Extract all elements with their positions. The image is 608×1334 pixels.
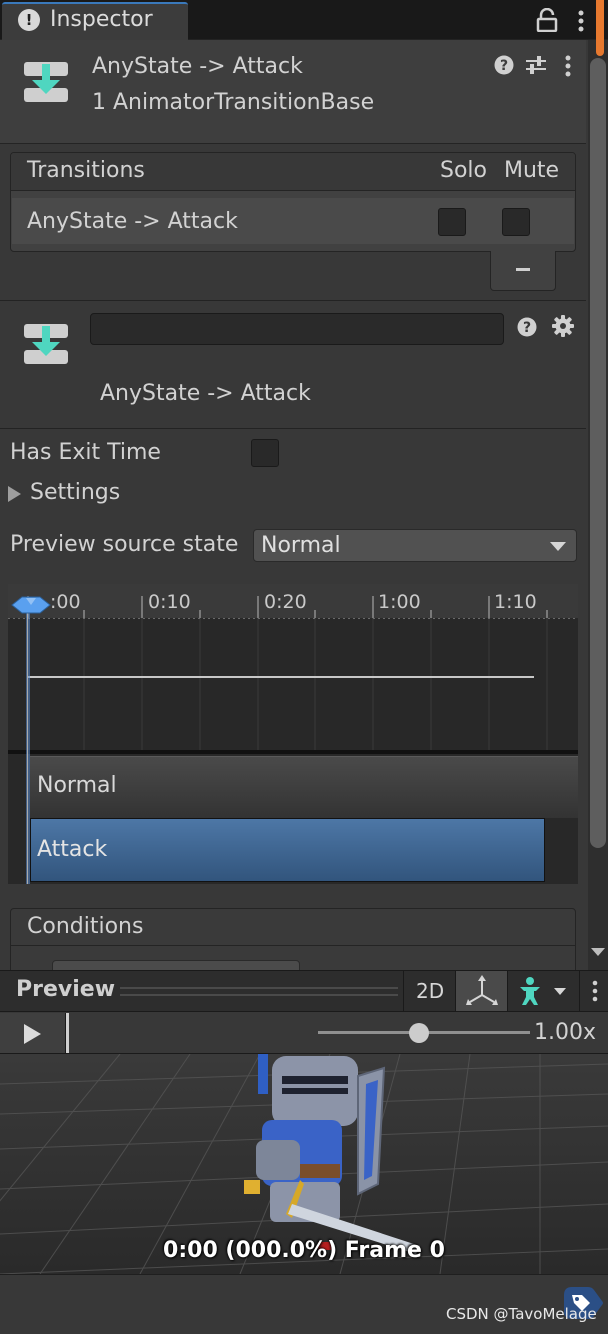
gear-icon[interactable] [552, 315, 574, 337]
pivot-icon [466, 975, 498, 1005]
speed-value: 1.00x [534, 1020, 597, 1045]
solo-column-label: Solo [440, 158, 487, 183]
frame-readout: 0:00 (000.0%) Frame 0 [163, 1238, 445, 1263]
timeline-tick-label: 0:20 [264, 591, 307, 613]
header-subtitle: 1 AnimatorTransitionBase [92, 90, 375, 115]
conditions-heading: Conditions [27, 914, 144, 939]
info-icon: ! [18, 9, 40, 31]
timeline-tick-label: 1:00 [378, 591, 421, 613]
svg-text:?: ? [500, 58, 508, 74]
playhead-line [27, 600, 28, 884]
preview-drag-handle[interactable] [120, 987, 398, 989]
scroll-indicator [596, 0, 604, 56]
divider [11, 945, 575, 946]
has-exit-time-checkbox[interactable] [251, 439, 279, 467]
scrollbar-thumb[interactable] [590, 58, 606, 848]
transitions-heading: Transitions [27, 158, 145, 183]
lock-icon[interactable] [536, 8, 558, 32]
attack-track-label: Attack [37, 837, 108, 862]
kebab-icon [592, 980, 598, 1002]
preview-source-label: Preview source state [10, 532, 239, 557]
kebab-icon[interactable] [562, 55, 574, 77]
2d-label: 2D [416, 979, 445, 1003]
dropdown-arrow-icon [550, 542, 566, 551]
play-icon [24, 1024, 41, 1044]
solo-checkbox[interactable] [438, 208, 466, 236]
scroll-down-arrow-icon[interactable] [591, 948, 605, 956]
preview-drag-handle[interactable] [120, 994, 398, 996]
attack-track-bar[interactable] [30, 818, 545, 882]
help-icon[interactable]: ? [517, 317, 537, 337]
avatar-dropdown-button[interactable] [507, 971, 579, 1011]
transition-weight-curve [28, 676, 534, 678]
scrub-marker[interactable] [66, 1013, 69, 1053]
svg-text:?: ? [523, 320, 531, 336]
watermark: CSDN @TavoMelage [446, 1305, 597, 1323]
normal-track-label: Normal [37, 773, 117, 798]
kebab-icon[interactable] [574, 9, 588, 33]
transition-icon [24, 62, 68, 102]
timeline-tick-label: :00 [50, 591, 81, 613]
has-exit-time-label: Has Exit Time [10, 440, 161, 465]
settings-foldout-arrow-icon[interactable] [8, 486, 21, 502]
preview-source-value: Normal [261, 533, 341, 558]
mute-column-label: Mute [504, 158, 560, 183]
transition-start-marker-icon[interactable] [10, 592, 54, 618]
preview-menu-button[interactable] [579, 971, 608, 1011]
transition-name-field[interactable] [90, 313, 504, 345]
presets-icon[interactable] [524, 55, 548, 75]
settings-foldout[interactable]: Settings [30, 480, 120, 505]
transition-icon [24, 324, 68, 364]
remove-transition-button[interactable] [490, 251, 556, 291]
divider [0, 428, 586, 429]
avatar-icon [520, 977, 566, 1005]
preview-source-dropdown[interactable]: Normal [253, 529, 577, 562]
help-icon[interactable]: ? [494, 55, 514, 75]
preview-title: Preview [16, 977, 116, 1002]
header-title: AnyState -> Attack [92, 54, 303, 79]
timeline-tick-label: 1:10 [494, 591, 537, 613]
transition-detail-title: AnyState -> Attack [100, 381, 311, 406]
pivot-toggle-button[interactable] [455, 971, 507, 1011]
play-button[interactable] [0, 1013, 66, 1053]
preview-footer [0, 1274, 608, 1334]
mute-checkbox[interactable] [502, 208, 530, 236]
2d-toggle-button[interactable]: 2D [403, 971, 455, 1011]
divider [0, 300, 586, 301]
transition-row-label: AnyState -> Attack [27, 209, 238, 234]
tab-label: Inspector [50, 7, 153, 32]
speed-slider-knob[interactable] [409, 1023, 429, 1043]
minus-icon [516, 268, 530, 271]
timeline-tick-label: 0:10 [148, 591, 191, 613]
